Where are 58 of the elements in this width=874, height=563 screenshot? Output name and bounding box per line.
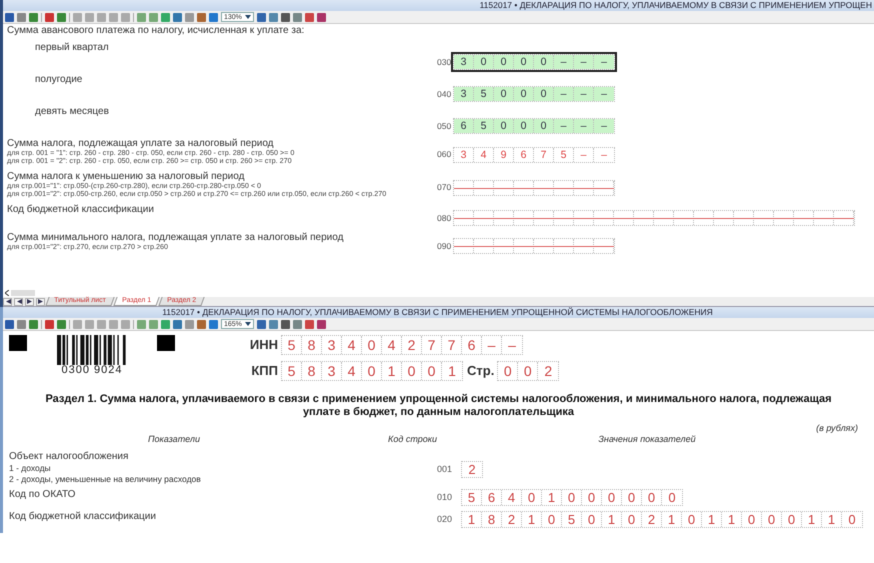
field-label: ИНН xyxy=(248,336,279,354)
line-code: 060 xyxy=(437,148,451,161)
line-code: 030 xyxy=(437,56,451,68)
units-note: (в рублях) xyxy=(815,423,859,434)
line-code: 070 xyxy=(437,181,451,194)
row-label: полугодие xyxy=(34,74,84,87)
column-header: Показатели xyxy=(147,434,201,445)
column-header: Код строки xyxy=(387,434,437,445)
window-title: 1152017 • ДЕКЛАРАЦИЯ ПО НАЛОГУ, УПЛАЧИВАЕМОМУ В СВЯЗИ С ПРИМЕНЕНИЕМ УПРОЩЕННОЙ СИСТЕМЫ НАЛОГООБЛОЖЕНИЯ xyxy=(3,307,874,318)
digit-field[interactable]: 2 xyxy=(461,461,483,478)
row-label: первый квартал xyxy=(34,42,110,55)
row-label: Сумма налога, подлежащая уплате за налоговый период xyxy=(7,138,275,149)
row-label: Сумма минимального налога, подлежащая уплате за налоговый период xyxy=(7,232,344,243)
empty-digit-field[interactable] xyxy=(453,210,855,226)
digit-field[interactable]: 6 5 0 0 0 – – – xyxy=(453,118,615,134)
row-label: Код по ОКАТО xyxy=(9,489,76,501)
row-label: Объект налогообложения xyxy=(9,451,130,463)
tab-nav-button[interactable] xyxy=(36,298,45,306)
field-label: Стр. xyxy=(466,362,496,380)
barcode-number: 0300 9024 xyxy=(62,365,122,376)
caret-icon xyxy=(244,15,251,19)
line-code: 050 xyxy=(437,120,451,132)
line-code: 090 xyxy=(437,240,451,252)
digit-field[interactable]: 0 0 2 xyxy=(497,361,560,381)
window-title: 1152017 • ДЕКЛАРАЦИЯ ПО НАЛОГУ, УПЛАЧИВАЕМОМУ В СВЯЗИ С ПРИМЕНЕНИЕМ УПРОЩЕН xyxy=(3,0,874,11)
line-code: 080 xyxy=(437,212,451,224)
empty-digit-field[interactable] xyxy=(453,180,615,196)
scrollbar-thumb[interactable] xyxy=(11,290,35,296)
empty-digit-field[interactable] xyxy=(453,238,615,254)
digit-field[interactable]: 5 6 4 0 1 0 0 0 0 0 0 xyxy=(461,489,683,506)
row-label: девять месяцев xyxy=(34,106,110,119)
row-label: Код бюджетной классификации xyxy=(7,204,155,215)
line-code: 020 xyxy=(437,512,454,526)
digit-field[interactable]: 5 8 3 4 0 4 2 7 7 6 – – xyxy=(281,335,523,355)
tab-nav-button[interactable] xyxy=(3,298,12,306)
digit-field[interactable]: 3 0 0 0 0 – – – xyxy=(453,54,615,70)
row-label: Сумма авансового платежа по налогу, исчисленная к уплате за: xyxy=(7,25,306,36)
section-title: Раздел 1. Сумма налога, уплачиваемого в связи с применением упрощенной системы налогообложения, и минимального налога, подлежащая уплате в бюджет, по данным налогоплательщика xyxy=(44,393,833,419)
registration-mark xyxy=(9,335,27,351)
digit-field[interactable]: 5 8 3 4 0 1 0 0 1 xyxy=(281,361,463,381)
line-code: 001 xyxy=(437,462,454,476)
digit-field[interactable]: 3 4 9 6 7 5 – – xyxy=(453,146,615,162)
option-note: 2 - доходы, уменьшенные на величину расходов xyxy=(9,474,202,484)
scroll-left-icon[interactable] xyxy=(5,290,9,296)
barcode-drawing xyxy=(57,335,127,365)
line-code: 010 xyxy=(437,490,454,504)
caret-icon xyxy=(244,322,251,326)
digit-field[interactable]: 1 8 2 1 0 5 0 1 0 2 1 0 1 1 0 0 0 1 1 0 xyxy=(461,511,863,528)
column-header: Значения показателей xyxy=(597,434,697,445)
row-label: Код бюджетной классификации xyxy=(9,511,157,523)
tab-nav-button[interactable] xyxy=(14,298,23,306)
row-label: Сумма налога к уменьшению за налоговый период xyxy=(7,171,246,182)
option-note: 1 - доходы xyxy=(9,464,52,474)
line-code: 040 xyxy=(437,88,451,100)
digit-field[interactable]: 3 5 0 0 0 – – – xyxy=(453,86,615,102)
tab-nav-button[interactable] xyxy=(25,298,34,306)
field-label: КПП xyxy=(250,362,279,380)
registration-mark xyxy=(157,335,175,351)
